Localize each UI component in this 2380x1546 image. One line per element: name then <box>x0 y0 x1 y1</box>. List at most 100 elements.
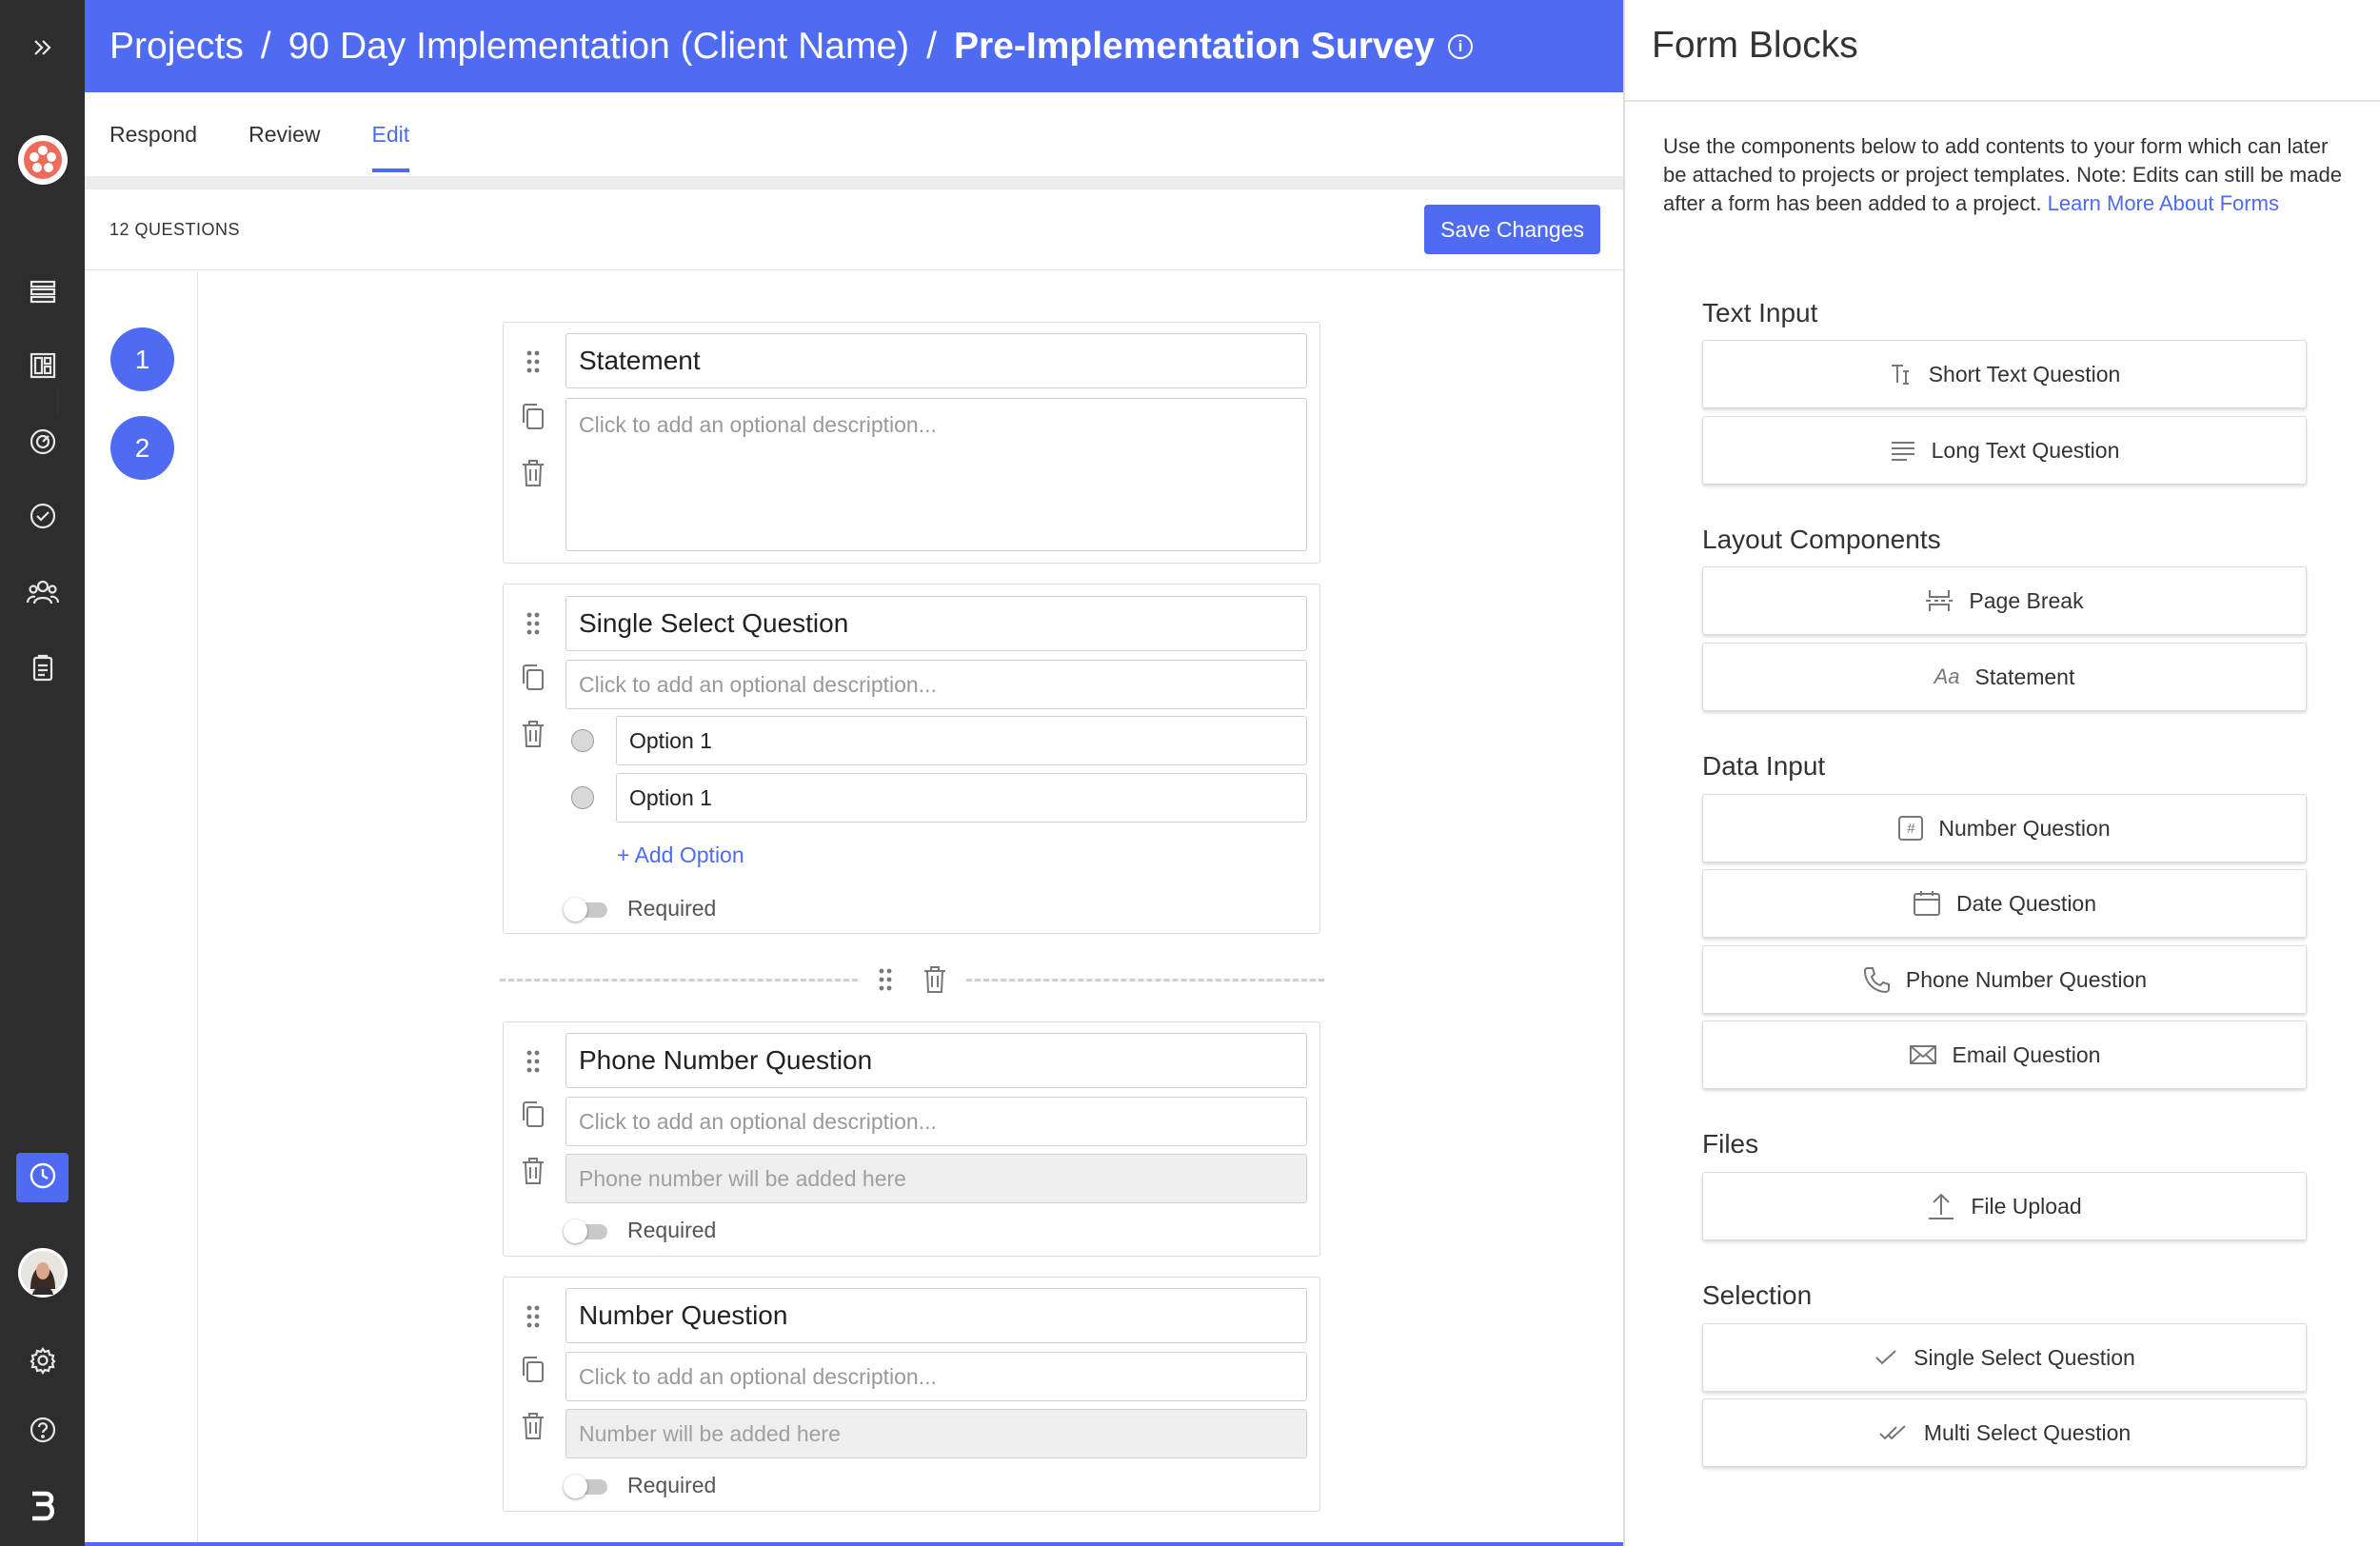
company-logo-icon[interactable] <box>0 133 85 187</box>
description-input[interactable]: Click to add an optional description... <box>565 398 1307 551</box>
required-toggle[interactable] <box>564 898 607 922</box>
breadcrumb-separator: / <box>926 25 938 67</box>
block-label: Number Question <box>1938 815 2111 841</box>
delete-trash-icon[interactable] <box>519 719 547 749</box>
dashboard-icon[interactable] <box>0 348 85 383</box>
required-toggle[interactable] <box>564 1219 607 1243</box>
section-label-files: Files <box>1702 1129 1759 1159</box>
duplicate-icon[interactable] <box>519 1100 547 1130</box>
duplicate-icon[interactable] <box>519 402 547 432</box>
block-label: Statement <box>1974 664 2075 689</box>
question-card-single-select: Single Select Question Click to add an o… <box>503 584 1320 934</box>
delete-trash-icon[interactable] <box>922 964 948 1000</box>
drag-handle-icon[interactable] <box>876 965 895 999</box>
number-hash-glyph: # <box>1898 816 1924 841</box>
block-label: Short Text Question <box>1928 361 2121 386</box>
panel-description: Use the components below to add contents… <box>1663 132 2349 218</box>
add-option-link[interactable]: + Add Option <box>617 842 744 868</box>
single-select-question-block[interactable]: Single Select Question <box>1702 1323 2307 1392</box>
divider <box>85 176 1623 189</box>
block-label: Email Question <box>1952 1041 2101 1067</box>
check-circle-icon[interactable] <box>0 499 85 533</box>
expand-nav-icon[interactable] <box>0 29 85 67</box>
required-label: Required <box>627 1218 717 1242</box>
option-input[interactable]: Option 1 <box>616 716 1307 765</box>
question-title-input[interactable]: Number Question <box>565 1288 1307 1343</box>
time-tracking-nav[interactable] <box>16 1153 69 1202</box>
duplicate-icon[interactable] <box>519 663 547 693</box>
duplicate-icon[interactable] <box>519 1355 547 1385</box>
calendar-icon <box>1913 890 1941 917</box>
breadcrumb-projects-link[interactable]: Projects <box>109 26 244 68</box>
breadcrumb-project-link[interactable]: 90 Day Implementation (Client Name) <box>288 26 909 68</box>
tab-edit[interactable]: Edit <box>371 92 409 176</box>
info-icon[interactable]: i <box>1448 33 1473 59</box>
dashed-line <box>966 979 1324 981</box>
long-text-question-block[interactable]: Long Text Question <box>1702 416 2307 485</box>
phone-number-question-block[interactable]: Phone Number Question <box>1702 945 2307 1014</box>
number-answer-placeholder: Number will be added here <box>565 1409 1307 1458</box>
question-card-phone: Phone Number Question Click to add an op… <box>503 1021 1320 1257</box>
number-hash-icon: # <box>1898 816 1924 841</box>
question-title-input[interactable]: Statement <box>565 333 1307 388</box>
clock-icon <box>28 1160 58 1196</box>
description-input[interactable]: Click to add an optional description... <box>565 660 1307 709</box>
page-steps: 1 2 <box>85 271 198 1546</box>
option-radio <box>571 729 594 752</box>
gauge-icon[interactable] <box>0 425 85 459</box>
date-question-block[interactable]: Date Question <box>1702 869 2307 938</box>
step-1[interactable]: 1 <box>110 327 174 391</box>
breadcrumb-separator: / <box>260 25 271 67</box>
description-input[interactable]: Click to add an optional description... <box>565 1352 1307 1401</box>
phone-answer-placeholder: Phone number will be added here <box>565 1154 1307 1203</box>
block-label: File Upload <box>1971 1193 2082 1219</box>
bottom-accent-line <box>85 1542 1623 1546</box>
step-2[interactable]: 2 <box>110 416 174 480</box>
tab-respond[interactable]: Respond <box>109 92 197 176</box>
drag-handle-icon[interactable] <box>519 348 547 375</box>
users-icon[interactable] <box>0 575 85 609</box>
short-text-question-block[interactable]: Short Text Question <box>1702 340 2307 408</box>
help-icon[interactable] <box>0 1413 85 1447</box>
drag-handle-icon[interactable] <box>519 1303 547 1330</box>
clipboard-icon[interactable] <box>0 651 85 685</box>
number-question-block[interactable]: # Number Question <box>1702 794 2307 862</box>
user-avatar[interactable] <box>0 1247 85 1298</box>
question-title-input[interactable]: Phone Number Question <box>565 1033 1307 1088</box>
checkmark-icon <box>1874 1348 1898 1367</box>
description-input[interactable]: Click to add an optional description... <box>565 1097 1307 1146</box>
statement-block[interactable]: Aa Statement <box>1702 643 2307 711</box>
upload-arrow-icon <box>1927 1192 1955 1220</box>
envelope-icon <box>1909 1044 1937 1065</box>
settings-gear-icon[interactable] <box>0 1343 85 1378</box>
tab-review[interactable]: Review <box>248 92 320 176</box>
question-title-input[interactable]: Single Select Question <box>565 596 1307 651</box>
block-label: Multi Select Question <box>1923 1419 2132 1445</box>
section-label-selection: Selection <box>1702 1280 1813 1310</box>
page-title: Pre-Implementation Survey <box>954 25 1435 67</box>
left-nav <box>0 0 85 1546</box>
email-question-block[interactable]: Email Question <box>1702 1021 2307 1089</box>
page-break-block[interactable]: Page Break <box>1702 566 2307 635</box>
panel-title: Form Blocks <box>1652 25 1858 66</box>
breadcrumb: Projects / 90 Day Implementation (Client… <box>85 0 1623 92</box>
delete-trash-icon[interactable] <box>519 1411 547 1441</box>
multi-select-question-block[interactable]: Multi Select Question <box>1702 1398 2307 1467</box>
delete-trash-icon[interactable] <box>519 1156 547 1186</box>
drag-handle-icon[interactable] <box>519 1048 547 1075</box>
block-label: Phone Number Question <box>1905 966 2148 992</box>
option-input[interactable]: Option 1 <box>616 773 1307 823</box>
drag-handle-icon[interactable] <box>519 610 547 637</box>
delete-trash-icon[interactable] <box>519 458 547 488</box>
save-changes-button[interactable]: Save Changes <box>1424 205 1600 254</box>
file-upload-block[interactable]: File Upload <box>1702 1172 2307 1240</box>
brand-logo-icon <box>0 1487 85 1525</box>
list-icon[interactable] <box>0 274 85 308</box>
required-toggle[interactable] <box>564 1475 607 1498</box>
learn-more-link[interactable]: Learn More About Forms <box>2048 191 2279 215</box>
option-radio <box>571 786 594 809</box>
dashed-line <box>500 979 858 981</box>
divider <box>1625 100 2380 102</box>
block-label: Long Text Question <box>1931 437 2120 463</box>
required-label: Required <box>627 896 717 921</box>
